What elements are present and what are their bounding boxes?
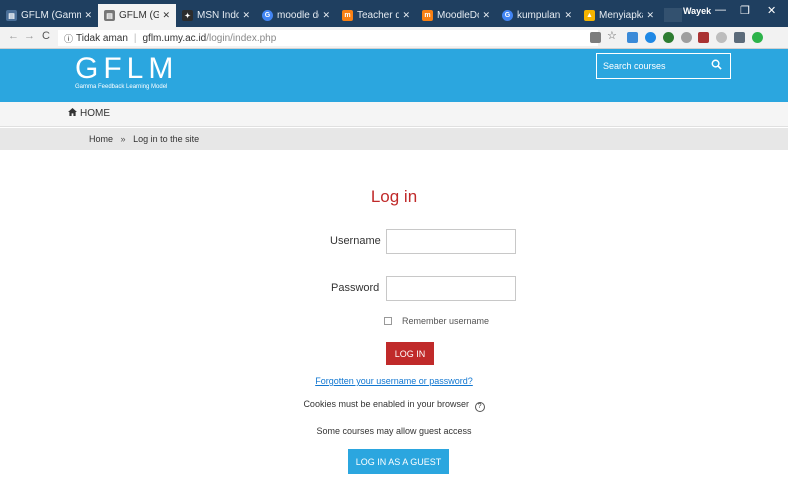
extension-icon[interactable] — [681, 32, 692, 43]
browser-toolbar: ← → C ⓘ Tidak aman | gflm.umy.ac.id /log… — [0, 27, 788, 49]
moodle-icon: m — [422, 10, 433, 21]
tab-title: kumpulan sind — [517, 10, 561, 21]
site-logo-subtitle: Gamma Feedback Learning Model — [75, 84, 168, 90]
close-icon[interactable]: ✕ — [564, 10, 572, 21]
guest-login-button[interactable]: LOG IN AS A GUEST — [348, 449, 449, 474]
forgot-password-link[interactable]: Forgotten your username or password? — [0, 376, 788, 386]
remember-username-label: Remember username — [402, 316, 490, 326]
breadcrumb-home[interactable]: Home — [89, 134, 113, 144]
site-logo[interactable]: GFLM — [75, 52, 178, 86]
star-icon[interactable]: ☆ — [607, 29, 617, 42]
close-icon[interactable]: ✕ — [482, 10, 490, 21]
site-header: GFLM Gamma Feedback Learning Model Searc… — [0, 49, 788, 102]
back-icon[interactable]: ← — [8, 30, 19, 42]
browser-tab-1[interactable]: ▤ GFLM (Gamma ✕ — [98, 4, 176, 27]
tab-title: Menyiapkan A — [599, 10, 643, 21]
close-window-icon[interactable]: ✕ — [767, 4, 776, 17]
browser-tab-5[interactable]: m MoodleDocs ✕ — [416, 4, 496, 27]
username-label: Username — [330, 235, 381, 247]
insecure-label: Tidak aman — [76, 32, 128, 44]
profile-name[interactable]: Wayek — [683, 6, 711, 16]
page-title: Log in — [370, 187, 418, 206]
extension-icon[interactable] — [734, 32, 745, 43]
translate-icon[interactable] — [590, 32, 601, 43]
tab-title: moodle docum — [277, 10, 319, 21]
extension-icon[interactable] — [716, 32, 727, 43]
document-icon: ▤ — [6, 10, 17, 21]
login-button[interactable]: LOG IN — [386, 342, 434, 365]
password-label: Password — [331, 282, 380, 294]
browser-tab-7[interactable]: ▲ Menyiapkan A ✕ — [578, 4, 660, 27]
extension-icon[interactable] — [627, 32, 638, 43]
help-icon[interactable]: ? — [474, 402, 485, 412]
breadcrumb-separator: » — [120, 134, 126, 144]
username-field[interactable] — [386, 229, 516, 254]
cookies-notice: Cookies must be enabled in your browser … — [0, 399, 788, 412]
msn-icon: ✦ — [182, 10, 193, 21]
minimize-icon[interactable]: — — [715, 4, 726, 16]
address-domain: gflm.umy.ac.id — [142, 32, 207, 44]
browser-tab-strip: ▤ GFLM (Gamma ✕ ▤ GFLM (Gamma ✕ ✦ MSN In… — [0, 0, 788, 27]
home-icon — [68, 108, 77, 119]
moodle-icon: m — [342, 10, 353, 21]
document-icon: ▤ — [104, 10, 115, 21]
google-icon: G — [502, 10, 513, 21]
browser-tab-6[interactable]: G kumpulan sind ✕ — [496, 4, 578, 27]
info-icon[interactable]: ⓘ — [64, 32, 73, 45]
main-nav-bar: HOME — [0, 102, 788, 127]
reload-icon[interactable]: C — [42, 30, 50, 42]
maximize-icon[interactable]: ❐ — [740, 4, 750, 17]
guest-access-note: Some courses may allow guest access — [316, 426, 472, 436]
tab-title: GFLM (Gamma — [119, 10, 160, 21]
extension-icon[interactable] — [645, 32, 656, 43]
close-icon[interactable]: ✕ — [322, 10, 330, 21]
extension-icon[interactable] — [698, 32, 709, 43]
browser-tab-4[interactable]: m Teacher quick ✕ — [336, 4, 416, 27]
search-courses-input[interactable]: Search courses — [596, 53, 731, 79]
close-icon[interactable]: ✕ — [84, 10, 92, 21]
close-icon[interactable]: ✕ — [162, 10, 170, 21]
breadcrumb-current[interactable]: Log in to the site — [133, 134, 199, 144]
browser-tab-3[interactable]: G moodle docum ✕ — [256, 4, 336, 27]
nav-home-link[interactable]: HOME — [68, 108, 110, 119]
address-bar[interactable]: ⓘ Tidak aman | gflm.umy.ac.id /login/ind… — [58, 30, 598, 46]
close-icon[interactable]: ✕ — [646, 10, 654, 21]
address-path: /login/index.php — [206, 32, 277, 44]
remember-username-checkbox[interactable] — [384, 317, 392, 325]
password-field[interactable] — [386, 276, 516, 301]
tab-title: MSN Indonesi — [197, 10, 240, 21]
remember-username-option[interactable]: Remember username — [384, 316, 489, 326]
tab-title: GFLM (Gamma — [21, 10, 82, 21]
forward-icon[interactable]: → — [24, 30, 35, 42]
new-tab-button[interactable] — [664, 8, 682, 22]
breadcrumb: Home » Log in to the site — [0, 128, 788, 150]
search-placeholder: Search courses — [603, 61, 666, 71]
extension-icon[interactable] — [663, 32, 674, 43]
search-icon[interactable] — [711, 59, 722, 70]
close-icon[interactable]: ✕ — [242, 10, 250, 21]
address-separator: | — [133, 32, 137, 44]
cookies-text: Cookies must be enabled in your browser — [303, 399, 470, 409]
google-icon: G — [262, 10, 273, 21]
tab-title: MoodleDocs — [437, 10, 479, 21]
extension-icon[interactable] — [752, 32, 763, 43]
close-icon[interactable]: ✕ — [402, 10, 410, 21]
browser-tab-0[interactable]: ▤ GFLM (Gamma ✕ — [0, 4, 98, 27]
browser-tab-2[interactable]: ✦ MSN Indonesi ✕ — [176, 4, 256, 27]
google-drive-icon: ▲ — [584, 10, 595, 21]
nav-home-label: HOME — [80, 108, 110, 119]
tab-title: Teacher quick — [357, 10, 400, 21]
